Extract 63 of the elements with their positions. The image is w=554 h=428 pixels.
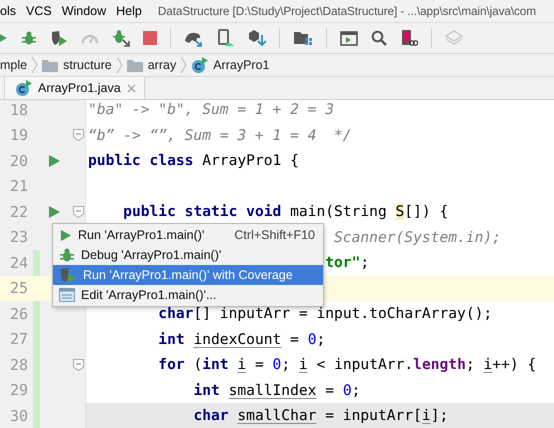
editor-tab[interactable]: ArrayPro1.java bbox=[4, 77, 145, 99]
line-number: 18 bbox=[8, 100, 28, 119]
folder-icon bbox=[42, 58, 58, 72]
code-line: tor"; bbox=[325, 254, 370, 272]
code-line: int indexCount = 0; bbox=[158, 330, 326, 348]
menu-item[interactable]: Window bbox=[62, 4, 116, 18]
fold-icon[interactable] bbox=[73, 358, 84, 371]
close-icon[interactable] bbox=[126, 84, 136, 92]
code-line: "ba" -> "b", Sum = 1 + 2 = 3 bbox=[88, 101, 334, 118]
line-number: 30 bbox=[8, 406, 28, 425]
breadcrumb-item[interactable]: mple bbox=[0, 58, 28, 72]
code-line: public class ArrayPro1 { bbox=[88, 152, 299, 170]
menu-item[interactable]: Run 'ArrayPro1.main()' with Coverage bbox=[53, 265, 323, 285]
code-line: char[] inputArr = input.toCharArray(); bbox=[158, 305, 492, 322]
chevron-icon bbox=[31, 55, 38, 75]
fold-icon[interactable] bbox=[73, 129, 84, 142]
breadcrumb-item[interactable]: array bbox=[126, 58, 176, 72]
chevron-icon bbox=[180, 55, 188, 75]
folder-icon bbox=[126, 58, 143, 72]
configuration-icon bbox=[59, 288, 75, 302]
menu-item[interactable]: Edit 'ArrayPro1.main()'... bbox=[53, 285, 323, 305]
phone-icon[interactable] bbox=[400, 29, 418, 47]
run-icon[interactable] bbox=[47, 204, 61, 219]
device-icon[interactable] bbox=[217, 29, 235, 47]
fold-icon[interactable] bbox=[73, 206, 84, 218]
run-icon[interactable] bbox=[59, 228, 72, 242]
chevron-icon bbox=[116, 55, 123, 75]
class-icon bbox=[15, 80, 32, 96]
window-title: DataStructure [D:\Study\Project\DataStructure] - ...\app\src\main\java\com bbox=[158, 4, 536, 18]
debug-icon[interactable] bbox=[21, 30, 37, 46]
breadcrumb-item[interactable]: ArrayPro1 bbox=[191, 56, 270, 74]
code-line: public static void main(String S[]) { bbox=[123, 203, 448, 220]
line-number: 25 bbox=[8, 279, 28, 298]
search-icon[interactable] bbox=[371, 30, 387, 46]
line-number: 23 bbox=[8, 228, 28, 246]
attach-debugger-icon[interactable] bbox=[112, 29, 130, 47]
line-number: 27 bbox=[8, 330, 28, 348]
code-line: “b” -> “”, Sum = 3 + 1 = 4 */ bbox=[88, 126, 352, 144]
line-number: 22 bbox=[8, 202, 28, 221]
folder-grid-icon[interactable] bbox=[293, 30, 313, 46]
coverage-icon[interactable] bbox=[50, 30, 68, 46]
breadcrumb-item[interactable]: structure bbox=[42, 58, 112, 72]
line-number: 29 bbox=[8, 381, 28, 400]
line-number: 24 bbox=[8, 254, 28, 272]
menu-item[interactable]: VCS bbox=[26, 4, 62, 18]
menu-item[interactable]: Run 'ArrayPro1.main()' Ctrl+Shift+F10 bbox=[53, 225, 323, 245]
menu-item[interactable]: ols bbox=[0, 4, 26, 18]
code-line: for (int i = 0; i < inputArr.length; i++) { bbox=[158, 356, 536, 374]
code-line: int smallIndex = 0; bbox=[193, 382, 360, 399]
debug-icon[interactable] bbox=[59, 247, 75, 263]
run-icon[interactable] bbox=[47, 154, 61, 168]
code-line: Scanner(System.in); bbox=[334, 228, 501, 246]
line-number: 20 bbox=[8, 152, 28, 170]
class-icon bbox=[191, 56, 208, 74]
line-number: 28 bbox=[8, 356, 28, 374]
line-number: 21 bbox=[8, 177, 28, 196]
menu-item[interactable]: Help bbox=[116, 4, 152, 18]
menu-item[interactable]: Debug 'ArrayPro1.main()' bbox=[53, 245, 323, 265]
line-number: 26 bbox=[8, 304, 28, 323]
terminal-icon[interactable] bbox=[340, 30, 358, 46]
code-line: char smallChar = inputArr[i]; bbox=[193, 407, 448, 424]
line-number: 19 bbox=[8, 126, 28, 144]
package-download-icon[interactable] bbox=[248, 29, 266, 47]
